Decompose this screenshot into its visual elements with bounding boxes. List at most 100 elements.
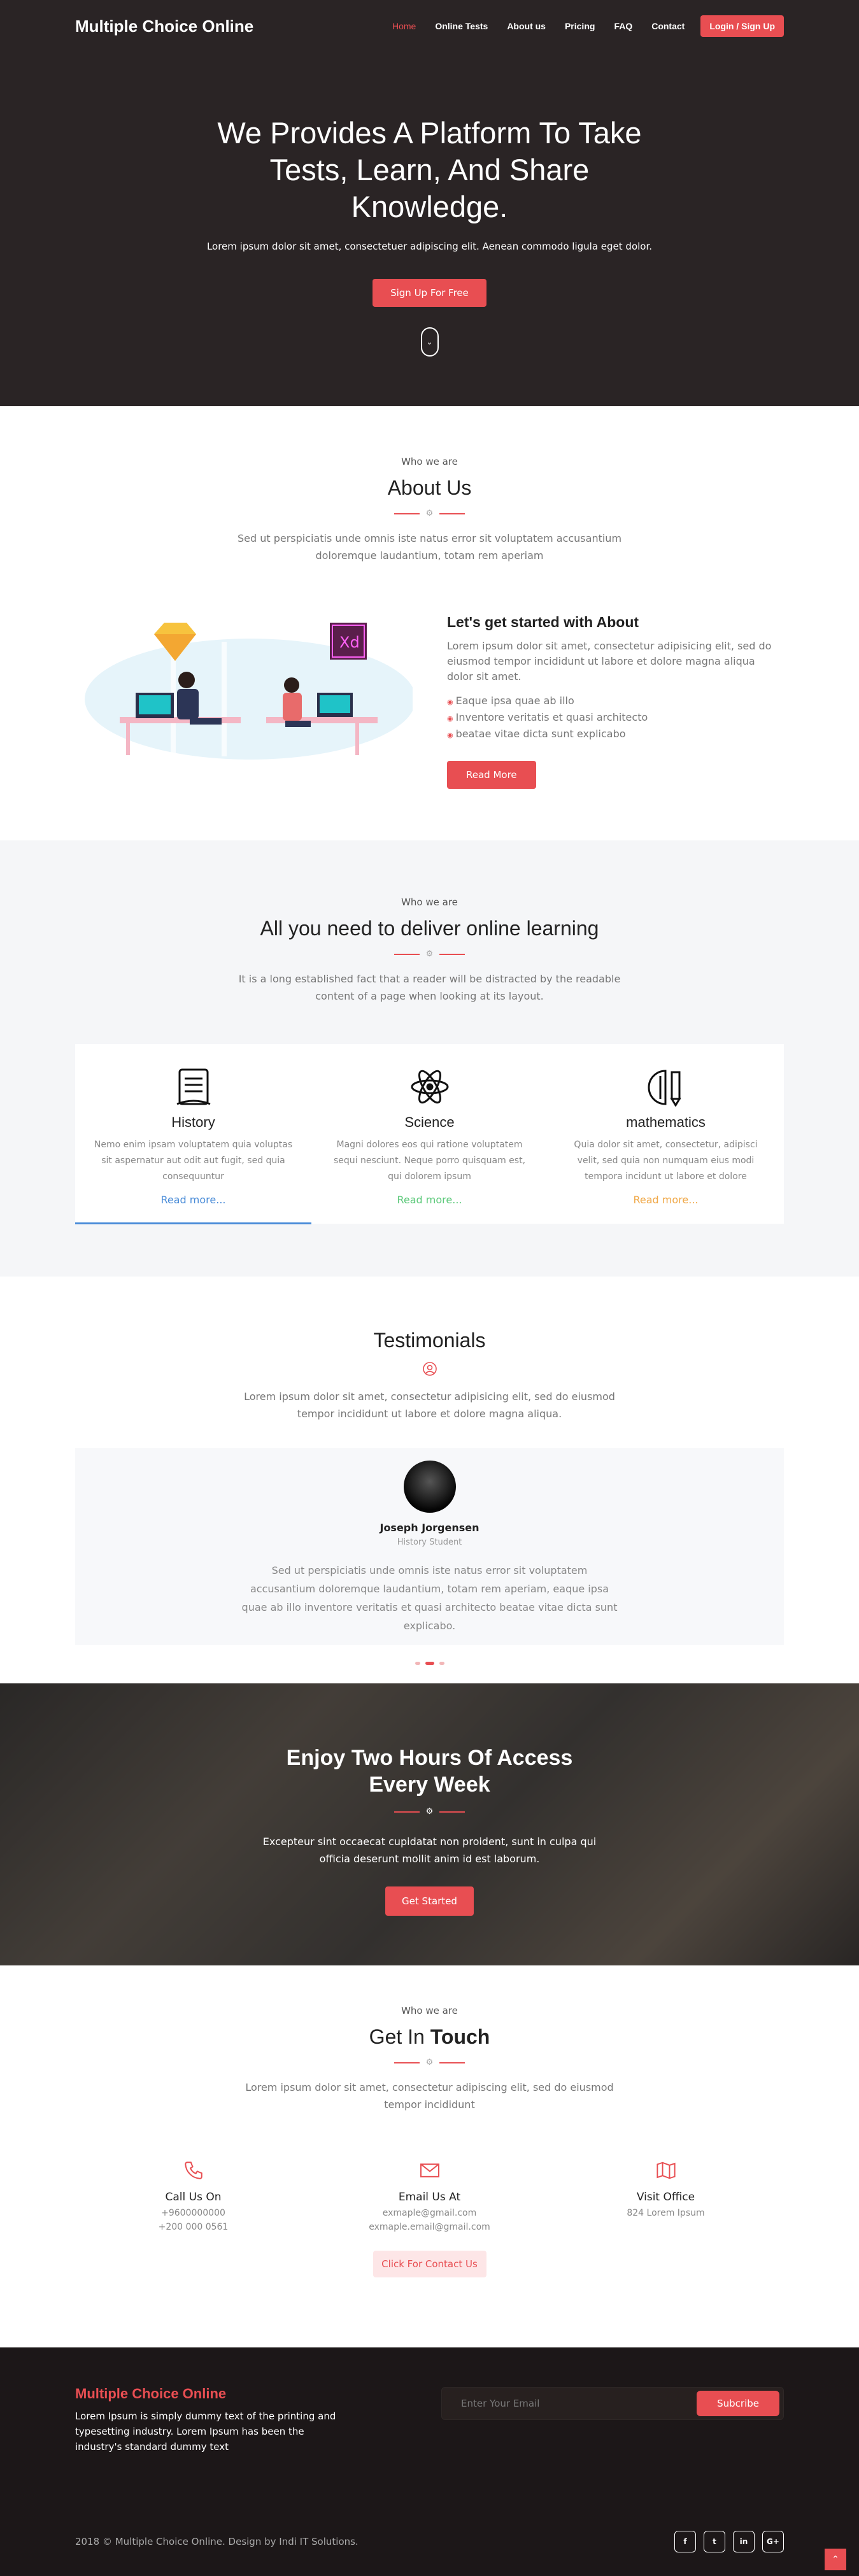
- atom-icon: [329, 1066, 530, 1108]
- read-more-button[interactable]: Read More: [447, 761, 536, 789]
- gear-icon: ⚙: [426, 509, 434, 518]
- back-to-top-icon[interactable]: ⌃: [825, 2549, 846, 2570]
- nav-item-home[interactable]: Home: [392, 21, 416, 31]
- contact-call: Call Us On +9600000000 +200 000 0561: [75, 2158, 311, 2234]
- nav-item-contact[interactable]: Contact: [651, 21, 685, 31]
- twitter-icon[interactable]: t: [704, 2531, 725, 2552]
- contact-email: Email Us At exmaple@gmail.com exmaple.em…: [311, 2158, 548, 2234]
- navbar: Multiple Choice Online Home Online Tests…: [75, 0, 784, 52]
- testimonial-slide: Joseph Jorgensen History Student Sed ut …: [75, 1448, 784, 1645]
- phone-icon: [75, 2158, 311, 2183]
- learning-desc: It is a long established fact that a rea…: [226, 970, 634, 1005]
- footer: Multiple Choice Online Lorem Ipsum is si…: [0, 2347, 859, 2576]
- card-history[interactable]: History Nemo enim ipsam voluptatem quia …: [75, 1044, 311, 1224]
- about-text: Lorem ipsum dolor sit amet, consectetur …: [447, 639, 784, 684]
- contact-office-title: Visit Office: [548, 2191, 784, 2204]
- login-signup-button[interactable]: Login / Sign Up: [700, 15, 784, 37]
- learning-title: All you need to deliver online learning: [75, 917, 784, 940]
- nav-item-online-tests[interactable]: Online Tests: [435, 21, 488, 31]
- scroll-down-icon[interactable]: ⌄: [421, 327, 439, 357]
- compass-pencil-icon: [565, 1066, 766, 1108]
- scroll-icon: [93, 1066, 294, 1108]
- card-read-more-link[interactable]: Read more...: [329, 1194, 530, 1206]
- list-item: Eaque ipsa quae ab illo: [447, 693, 784, 710]
- testimonial-quote: Sed ut perspiciatis unde omnis iste natu…: [239, 1561, 621, 1635]
- phone-number[interactable]: +200 000 0561: [75, 2220, 311, 2234]
- user-circle-icon: [75, 1361, 784, 1376]
- carousel-dot[interactable]: [439, 1662, 444, 1665]
- avatar: [404, 1461, 456, 1513]
- about-title: About Us: [75, 476, 784, 500]
- section-divider: ⚙: [75, 2058, 784, 2067]
- card-title: mathematics: [565, 1114, 766, 1131]
- contact-email-title: Email Us At: [311, 2191, 548, 2204]
- subscribe-button[interactable]: Subcribe: [697, 2391, 779, 2416]
- nav-item-faq[interactable]: FAQ: [614, 21, 632, 31]
- facebook-icon[interactable]: f: [674, 2531, 696, 2552]
- hero-title: We Provides A Platform To Take Tests, Le…: [213, 115, 646, 225]
- office-address: 824 Lorem Ipsum: [548, 2206, 784, 2220]
- cta-title: Enjoy Two Hours Of Access Every Week: [264, 1744, 595, 1798]
- footer-text: Lorem Ipsum is simply dummy text of the …: [75, 2409, 336, 2454]
- cta-section: Enjoy Two Hours Of Access Every Week ⚙ E…: [0, 1683, 859, 1965]
- social-links: f t in G+: [674, 2531, 784, 2552]
- email-address[interactable]: exmaple@gmail.com: [311, 2206, 548, 2220]
- testimonials-desc: Lorem ipsum dolor sit amet, consectetur …: [226, 1388, 634, 1422]
- nav-menu: Home Online Tests About us Pricing FAQ C…: [373, 15, 784, 37]
- carousel-dot-active[interactable]: [425, 1662, 434, 1665]
- card-read-more-link[interactable]: Read more...: [93, 1194, 294, 1206]
- svg-text:Xd: Xd: [339, 633, 360, 651]
- testimonials-section: Testimonials Lorem ipsum dolor sit amet,…: [0, 1277, 859, 1683]
- contact-office: Visit Office 824 Lorem Ipsum: [548, 2158, 784, 2234]
- card-science[interactable]: Science Magni dolores eos qui ratione vo…: [311, 1044, 548, 1224]
- card-text: Nemo enim ipsam voluptatem quia voluptas…: [93, 1137, 294, 1185]
- list-item: beatae vitae dicta sunt explicabo: [447, 726, 784, 743]
- hero-subtitle: Lorem ipsum dolor sit amet, consectetuer…: [75, 241, 784, 252]
- card-read-more-link[interactable]: Read more...: [565, 1194, 766, 1206]
- card-text: Magni dolores eos qui ratione voluptatem…: [329, 1137, 530, 1185]
- phone-number[interactable]: +9600000000: [75, 2206, 311, 2220]
- about-bullets: Eaque ipsa quae ab illo Inventore verita…: [447, 693, 784, 743]
- gear-icon: ⚙: [426, 2058, 434, 2067]
- carousel-dots: [75, 1662, 784, 1665]
- get-started-button[interactable]: Get Started: [385, 1886, 474, 1916]
- about-eyebrow: Who we are: [75, 456, 784, 467]
- gear-icon: ⚙: [426, 1807, 434, 1816]
- card-mathematics[interactable]: mathematics Quia dolor sit amet, consect…: [548, 1044, 784, 1224]
- contact-title: Get In Touch: [75, 2025, 784, 2049]
- subscribe-form: Subcribe: [441, 2387, 784, 2420]
- testimonial-role: History Student: [75, 1538, 784, 1547]
- list-item: Inventore veritatis et quasi architecto: [447, 710, 784, 726]
- carousel-dot[interactable]: [415, 1662, 420, 1665]
- email-input[interactable]: [461, 2398, 652, 2409]
- about-section: Who we are About Us ⚙ Sed ut perspiciati…: [0, 406, 859, 840]
- hero-body: We Provides A Platform To Take Tests, Le…: [75, 52, 784, 357]
- contact-eyebrow: Who we are: [75, 2005, 784, 2016]
- section-divider: ⚙: [75, 509, 784, 518]
- section-divider: ⚙: [75, 949, 784, 959]
- copyright: 2018 © Multiple Choice Online. Design by…: [75, 2536, 359, 2547]
- hero-section: Multiple Choice Online Home Online Tests…: [0, 0, 859, 406]
- card-title: Science: [329, 1114, 530, 1131]
- gear-icon: ⚙: [426, 949, 434, 959]
- signup-free-button[interactable]: Sign Up For Free: [373, 279, 486, 307]
- learning-section: Who we are All you need to deliver onlin…: [0, 840, 859, 1277]
- google-plus-icon[interactable]: G+: [762, 2531, 784, 2552]
- contact-us-button[interactable]: Click For Contact Us: [373, 2251, 486, 2277]
- cta-text: Excepteur sint occaecat cupidatat non pr…: [252, 1833, 608, 1867]
- testimonials-title: Testimonials: [75, 1329, 784, 1352]
- nav-item-about[interactable]: About us: [507, 21, 546, 31]
- learning-eyebrow: Who we are: [75, 896, 784, 908]
- mail-icon: [311, 2158, 548, 2183]
- contact-info: Call Us On +9600000000 +200 000 0561 Ema…: [75, 2158, 784, 2234]
- linkedin-icon[interactable]: in: [733, 2531, 755, 2552]
- testimonial-name: Joseph Jorgensen: [75, 1522, 784, 1534]
- footer-brand: Multiple Choice Online: [75, 2386, 336, 2402]
- contact-section: Who we are Get In Touch ⚙ Lorem ipsum do…: [0, 1965, 859, 2347]
- nav-item-pricing[interactable]: Pricing: [565, 21, 595, 31]
- about-heading: Let's get started with About: [447, 614, 784, 631]
- email-address[interactable]: exmaple.email@gmail.com: [311, 2220, 548, 2234]
- map-icon: [548, 2158, 784, 2183]
- about-desc: Sed ut perspiciatis unde omnis iste natu…: [226, 530, 634, 564]
- brand-logo[interactable]: Multiple Choice Online: [75, 17, 253, 36]
